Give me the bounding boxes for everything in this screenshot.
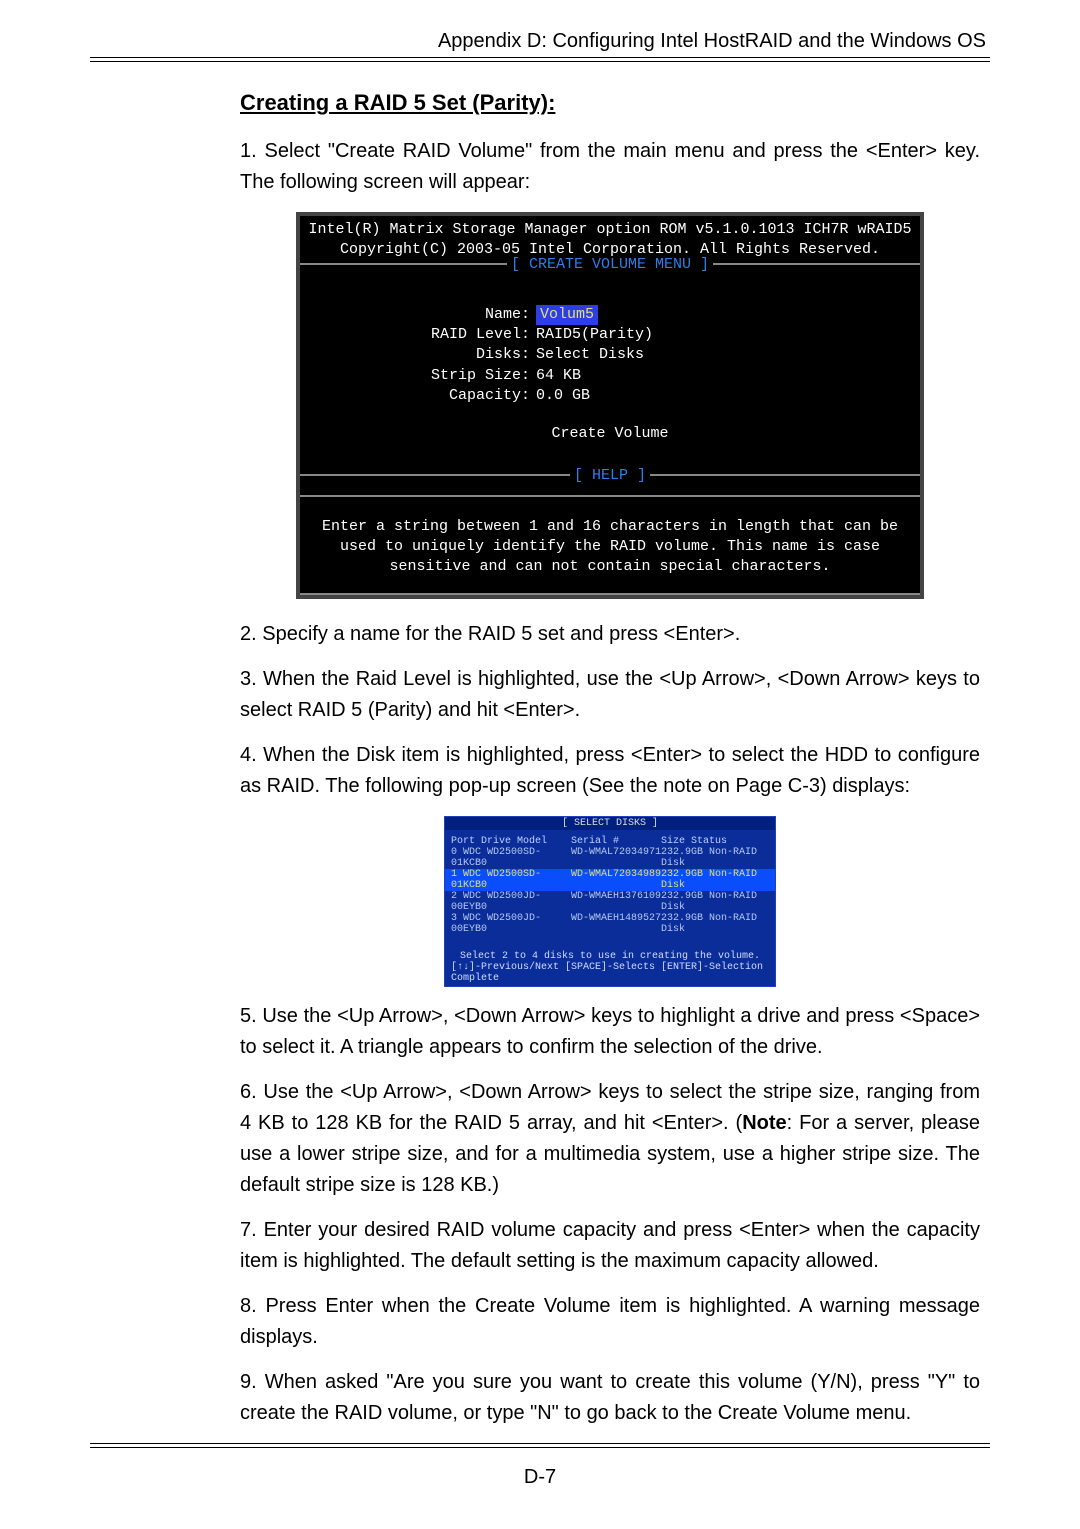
bios-screenshot-select-disks: [ SELECT DISKS ] Port Drive Model Serial… (444, 816, 776, 987)
step-2: 2. Specify a name for the RAID 5 set and… (240, 619, 980, 650)
bios-create-menu-title: [ CREATE VOLUME MENU ] (300, 263, 920, 285)
select-disks-row: 2 WDC WD2500JD-00EYB0WD-WMAEH1376109232.… (445, 891, 775, 913)
running-header: Appendix D: Configuring Intel HostRAID a… (90, 30, 990, 53)
bios-value-strip: 64 KB (536, 366, 581, 386)
sd-cell-serial: WD-WMAEH1489527 (571, 913, 661, 935)
step-5: 5. Use the <Up Arrow>, <Down Arrow> keys… (240, 1001, 980, 1063)
bios-field-capacity: Capacity: 0.0 GB (320, 386, 900, 406)
bios-field-disks: Disks: Select Disks (320, 345, 900, 365)
page-number: D-7 (90, 1466, 990, 1489)
step-8: 8. Press Enter when the Create Volume it… (240, 1291, 980, 1353)
sd-header-serial: Serial # (571, 836, 661, 847)
step-4: 4. When the Disk item is highlighted, pr… (240, 740, 980, 802)
sd-cell-size: 232.9GB Non-RAID Disk (661, 869, 769, 891)
select-disks-rows: 0 WDC WD2500SD-01KCB0WD-WMAL72034971232.… (445, 847, 775, 935)
bios-label-strip: Strip Size: (320, 366, 536, 386)
sd-cell-size: 232.9GB Non-RAID Disk (661, 891, 769, 913)
bios-value-name: Volum5 (536, 305, 598, 325)
bios-header-line1: Intel(R) Matrix Storage Manager option R… (306, 220, 914, 240)
bios-body: Name: Volum5 RAID Level: RAID5(Parity) D… (300, 285, 920, 465)
sd-header-size: Size Status (661, 836, 769, 847)
step-6-note: Note (742, 1112, 786, 1134)
step-1: 1. Select "Create RAID Volume" from the … (240, 136, 980, 198)
sd-header-port: Port Drive Model (451, 836, 571, 847)
sd-cell-port: 3 WDC WD2500JD-00EYB0 (451, 913, 571, 935)
step-6: 6. Use the <Up Arrow>, <Down Arrow> keys… (240, 1077, 980, 1201)
bios-field-name: Name: Volum5 (320, 305, 900, 325)
bios-create-menu-title-text: [ CREATE VOLUME MENU ] (507, 256, 713, 273)
select-disks-footer2: [↑↓]-Previous/Next [SPACE]-Selects [ENTE… (445, 962, 775, 984)
bios-label-raid: RAID Level: (320, 325, 536, 345)
select-disks-row: 1 WDC WD2500SD-01KCB0WD-WMAL72034989232.… (445, 869, 775, 891)
bios-help-title-text: [ HELP ] (570, 467, 650, 484)
select-disks-header: Port Drive Model Serial # Size Status (445, 836, 775, 847)
sd-cell-serial: WD-WMAL72034971 (571, 847, 661, 869)
sd-cell-serial: WD-WMAEH1376109 (571, 891, 661, 913)
bios-value-raid: RAID5(Parity) (536, 325, 653, 345)
bios-label-capacity: Capacity: (320, 386, 536, 406)
bios-field-strip: Strip Size: 64 KB (320, 366, 900, 386)
bios-create-volume-btn: Create Volume (320, 424, 900, 444)
select-disks-row: 3 WDC WD2500JD-00EYB0WD-WMAEH1489527232.… (445, 913, 775, 935)
sd-cell-port: 2 WDC WD2500JD-00EYB0 (451, 891, 571, 913)
bios-help-title: [ HELP ] (300, 474, 920, 496)
step-3: 3. When the Raid Level is highlighted, u… (240, 664, 980, 726)
bios-value-disks: Select Disks (536, 345, 644, 365)
section-title: Creating a RAID 5 Set (Parity): (240, 90, 980, 116)
bios-help-body: Enter a string between 1 and 16 characte… (300, 495, 920, 596)
content: Creating a RAID 5 Set (Parity): 1. Selec… (90, 90, 990, 1429)
step-9: 9. When asked "Are you sure you want to … (240, 1367, 980, 1429)
sd-cell-serial: WD-WMAL72034989 (571, 869, 661, 891)
bios-value-capacity: 0.0 GB (536, 386, 590, 406)
sd-cell-port: 1 WDC WD2500SD-01KCB0 (451, 869, 571, 891)
step-7: 7. Enter your desired RAID volume capaci… (240, 1215, 980, 1277)
bios-label-disks: Disks: (320, 345, 536, 365)
select-disks-title: [ SELECT DISKS ] (445, 817, 775, 830)
sd-cell-port: 0 WDC WD2500SD-01KCB0 (451, 847, 571, 869)
bios-field-raid-level: RAID Level: RAID5(Parity) (320, 325, 900, 345)
select-disks-footer1: Select 2 to 4 disks to use in creating t… (445, 951, 775, 962)
sd-cell-size: 232.9GB Non-RAID Disk (661, 847, 769, 869)
sd-cell-size: 232.9GB Non-RAID Disk (661, 913, 769, 935)
bios-screenshot-create-volume: Intel(R) Matrix Storage Manager option R… (296, 212, 924, 599)
bios-label-name: Name: (320, 305, 536, 325)
page: Appendix D: Configuring Intel HostRAID a… (0, 0, 1080, 1529)
select-disks-row: 0 WDC WD2500SD-01KCB0WD-WMAL72034971232.… (445, 847, 775, 869)
